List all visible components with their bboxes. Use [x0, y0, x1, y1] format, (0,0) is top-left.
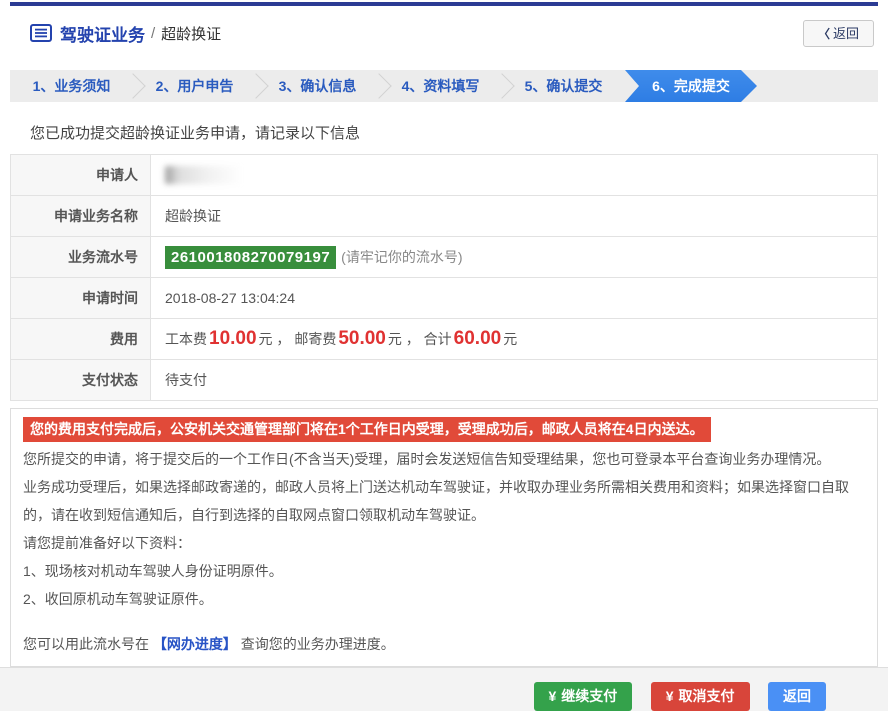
chevron-left-icon: 〈 [817, 26, 830, 41]
step-label: 5、确认提交 [524, 78, 603, 94]
step-label: 2、用户申告 [155, 78, 234, 94]
serial-number-note: (请牢记你的流水号) [341, 249, 463, 265]
serial-number-badge: 261001808270079197 [165, 245, 337, 269]
progress-query-line: 您可以用此流水号在 【网办进度】 查询您的业务办理进度。 [23, 630, 865, 658]
alert-banner: 您的费用支付完成后，公安机关交通管理部门将在1个工作日内受理，受理成功后，邮政人… [23, 417, 711, 442]
step-label: 3、确认信息 [278, 78, 357, 94]
row-label: 申请时间 [11, 278, 151, 318]
return-button-label: 返回 [783, 688, 811, 705]
page-container: 驾驶证业务 / 超龄换证 〈返回 1、业务须知 2、用户申告 3、确认信息 4、… [10, 2, 878, 667]
step-label: 4、资料填写 [401, 78, 480, 94]
table-row-pay-status: 支付状态 待支付 [11, 360, 877, 400]
table-row-applicant: 申请人 [11, 155, 877, 196]
steps-progress-bar: 1、业务须知 2、用户申告 3、确认信息 4、资料填写 5、确认提交 6、完成提… [10, 70, 878, 102]
fee-text: 元 ， 合计 [387, 331, 452, 347]
list-document-icon [30, 24, 52, 42]
table-row-serial-number: 业务流水号 261001808270079197 (请牢记你的流水号) [11, 237, 877, 278]
fee-text: 元 ， 邮寄费 [258, 331, 337, 347]
page-header: 驾驶证业务 / 超龄换证 〈返回 [10, 6, 878, 60]
success-message: 您已成功提交超龄换证业务申请，请记录以下信息 [30, 125, 361, 142]
page-title: 驾驶证业务 [60, 25, 145, 45]
row-label: 费用 [11, 319, 151, 359]
cancel-payment-button[interactable]: ¥ 取消支付 [650, 681, 750, 711]
footer-action-bar: ¥ 继续支付 ¥ 取消支付 返回 [0, 666, 888, 711]
note-paragraph: 业务成功受理后，如果选择邮政寄递的，邮政人员将上门送达机动车驾驶证，并收取办理业… [23, 478, 849, 523]
progress-status-link[interactable]: 【网办进度】 [153, 636, 237, 652]
yuan-icon: ¥ [665, 688, 674, 705]
row-label: 业务流水号 [11, 237, 151, 277]
breadcrumb-separator: / [151, 24, 156, 42]
note-paragraph: 请您提前准备好以下资料： [23, 534, 191, 551]
progress-suffix: 查询您的业务办理进度。 [236, 635, 395, 652]
notice-box: 您的费用支付完成后，公安机关交通管理部门将在1个工作日内受理，受理成功后，邮政人… [10, 408, 878, 667]
step-5-confirm-submit: 5、确认提交 [502, 70, 625, 102]
step-3-confirm-info: 3、确认信息 [256, 70, 379, 102]
row-value: 261001808270079197 (请牢记你的流水号) [151, 237, 877, 277]
step-6-complete-submit-active: 6、完成提交 [625, 70, 757, 102]
continue-payment-button[interactable]: ¥ 继续支付 [533, 681, 633, 711]
row-value: 2018-08-27 13:04:24 [151, 278, 877, 318]
note-paragraph: 您所提交的申请，将于提交后的一个工作日(不含当天)受理，届时会发送短信告知受理结… [23, 450, 831, 467]
fee-amount-production: 10.00 [209, 328, 257, 349]
note-list-item: 1、现场核对机动车驾驶人身份证明原件。 [23, 562, 283, 579]
step-label: 6、完成提交 [652, 78, 730, 94]
back-button[interactable]: 〈返回 [802, 19, 874, 47]
continue-payment-label: 继续支付 [561, 688, 618, 705]
return-button[interactable]: 返回 [768, 681, 826, 711]
breadcrumb-current: 超龄换证 [161, 25, 222, 43]
pay-status-value: 待支付 [151, 360, 877, 400]
fee-text: 工本费 [165, 331, 207, 347]
fee-text: 元 [503, 331, 518, 347]
step-label: 1、业务须知 [32, 78, 111, 94]
row-label: 支付状态 [11, 360, 151, 400]
cancel-payment-label: 取消支付 [678, 688, 735, 705]
fee-amount-total: 60.00 [453, 328, 502, 349]
fee-amount-postage: 50.00 [338, 328, 386, 349]
note-list-item: 2、收回原机动车驾驶证原件。 [23, 590, 213, 607]
table-row-business-name: 申请业务名称 超龄换证 [11, 196, 877, 237]
back-button-label: 返回 [832, 25, 859, 41]
row-label: 申请人 [11, 155, 151, 195]
row-value: 工本费 10.00 元 ， 邮寄费 50.00 元 ， 合计 60.00 元 [151, 319, 877, 359]
step-4-fill-data: 4、资料填写 [379, 70, 502, 102]
step-2-user-declaration: 2、用户申告 [133, 70, 256, 102]
progress-prefix: 您可以用此流水号在 [23, 635, 153, 652]
application-info-table: 申请人 申请业务名称 超龄换证 业务流水号 261001808270079197… [10, 154, 878, 401]
step-1-business-notice: 1、业务须知 [10, 70, 133, 102]
row-value [151, 155, 877, 195]
row-value: 超龄换证 [151, 196, 877, 236]
table-row-fee: 费用 工本费 10.00 元 ， 邮寄费 50.00 元 ， 合计 60.00 … [11, 319, 877, 360]
row-label: 申请业务名称 [11, 196, 151, 236]
table-row-apply-time: 申请时间 2018-08-27 13:04:24 [11, 278, 877, 319]
applicant-name-redacted [165, 166, 243, 184]
yuan-icon: ¥ [548, 688, 557, 705]
